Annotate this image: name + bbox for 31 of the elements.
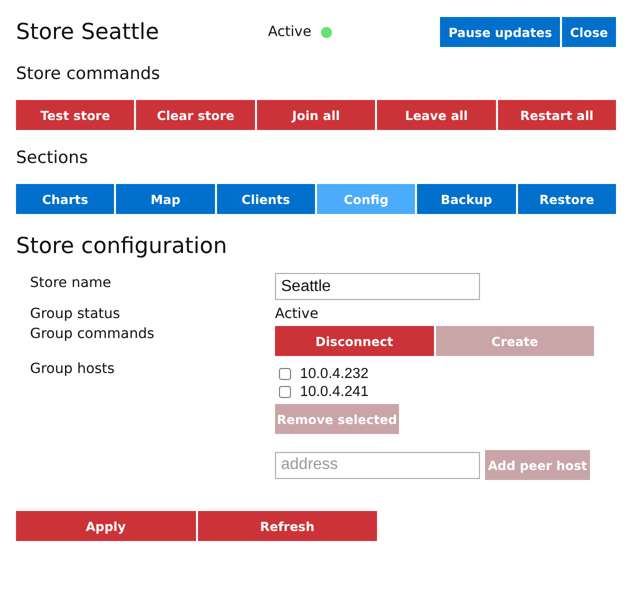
store-command-button[interactable]: Join all bbox=[256, 100, 376, 130]
store-command-button[interactable]: Clear store bbox=[136, 100, 255, 130]
section-tab[interactable]: Map bbox=[116, 184, 215, 214]
pause-updates-button[interactable]: Pause updates bbox=[440, 17, 560, 47]
field-label: Group status bbox=[30, 305, 122, 322]
host-address: 10.0.4.232 bbox=[300, 366, 369, 382]
status-label: Active bbox=[268, 24, 312, 40]
section-tab[interactable]: Clients bbox=[216, 184, 315, 214]
store-command-button[interactable]: Restart all bbox=[498, 100, 616, 130]
host-address: 10.0.4.241 bbox=[300, 384, 369, 400]
group-status-value: Active bbox=[275, 305, 320, 322]
section-tab[interactable]: Restore bbox=[518, 184, 616, 214]
refresh-button[interactable]: Refresh bbox=[198, 511, 377, 541]
section-tab[interactable]: Backup bbox=[417, 184, 516, 214]
apply-button[interactable]: Apply bbox=[16, 511, 196, 541]
field-label: Store name bbox=[30, 274, 112, 293]
close-button[interactable]: Close bbox=[562, 17, 616, 47]
host-checkbox[interactable] bbox=[279, 386, 291, 398]
store-command-button[interactable]: Leave all bbox=[377, 100, 496, 130]
section-tab[interactable]: Charts bbox=[16, 184, 114, 214]
store-name-field[interactable]: Seattle bbox=[275, 273, 480, 300]
field-label: Group commands bbox=[30, 325, 156, 344]
store-command-button[interactable]: Test store bbox=[16, 100, 134, 130]
config-heading: Store configuration bbox=[16, 233, 228, 261]
address-field[interactable]: address bbox=[275, 452, 480, 478]
section-heading: Store commands bbox=[16, 63, 162, 85]
host-checkbox[interactable] bbox=[279, 368, 291, 380]
field-label: Group hosts bbox=[30, 360, 116, 379]
group-command-button[interactable]: Disconnect bbox=[275, 326, 434, 356]
page-title: Store Seattle bbox=[16, 20, 160, 44]
section-heading: Sections bbox=[16, 147, 90, 169]
